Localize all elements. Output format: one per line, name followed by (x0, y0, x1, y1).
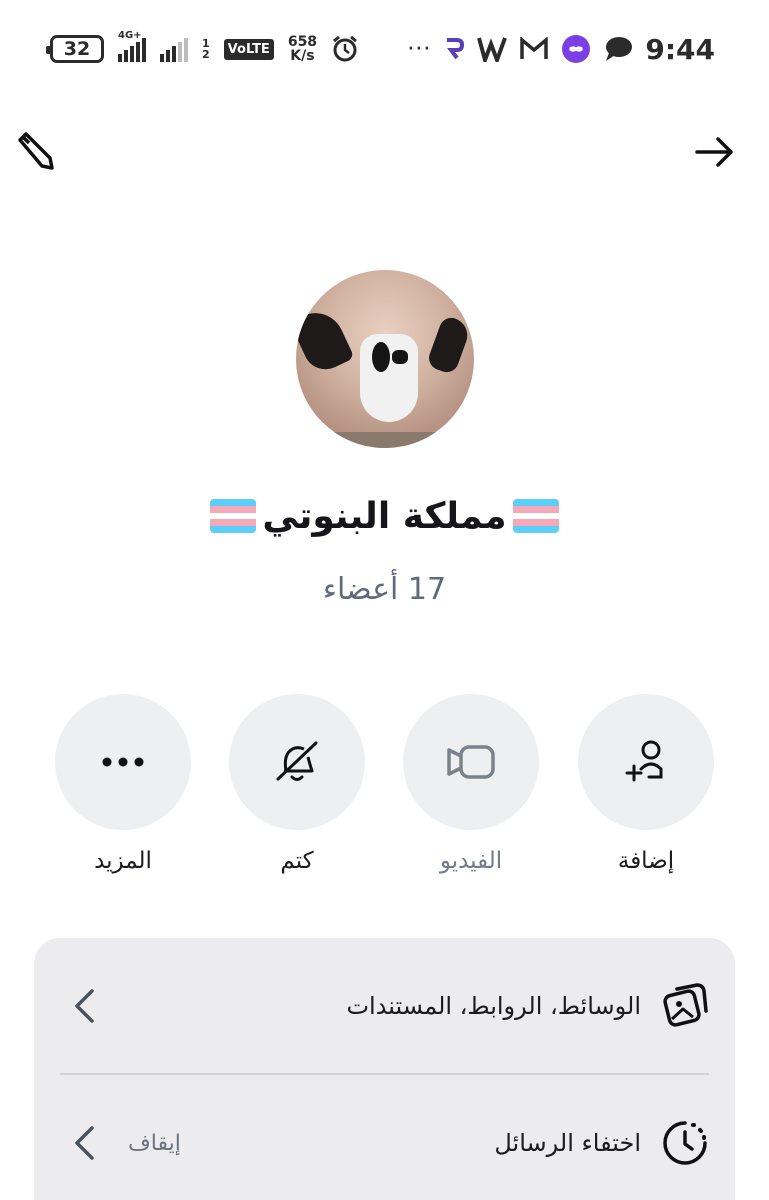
link-app-icon (562, 35, 591, 63)
speed-unit: K/s (290, 48, 315, 64)
timer-clock-icon (663, 1121, 707, 1165)
bell-muted-icon (276, 741, 318, 781)
avatar-detail (360, 334, 418, 422)
transgender-flag-icon (210, 499, 257, 533)
more-label: المزيد (94, 848, 152, 874)
video-call-button[interactable]: الفيديو (403, 694, 539, 874)
clock: 9:44 (645, 32, 715, 66)
speed-value: 658 (287, 34, 318, 50)
more-circle[interactable] (55, 694, 191, 830)
status-bar-left: 32 4G+ 1 2 VoLTE 658 K/s (46, 30, 359, 66)
more-button[interactable]: المزيد (55, 694, 191, 874)
more-dots-icon (102, 757, 144, 767)
sim-slots: 1 2 (202, 38, 210, 60)
signal-4g-icon: 4G+ (118, 30, 146, 62)
avatar-detail (392, 350, 408, 364)
mute-button[interactable]: كتم (229, 694, 365, 874)
edit-button[interactable] (6, 124, 62, 180)
add-member-label: إضافة (617, 848, 675, 874)
avatar-detail (296, 432, 474, 448)
avatar-detail (372, 342, 390, 372)
group-name: مملكة البنوتي (262, 495, 507, 537)
alarm-icon (333, 35, 357, 62)
avatar-detail (296, 303, 355, 377)
add-member-button[interactable]: إضافة (578, 694, 714, 874)
chevron-left-icon (75, 1126, 94, 1160)
member-count: 17 أعضاء (322, 572, 447, 607)
video-call-label: الفيديو (439, 848, 503, 874)
battery-level: 32 (63, 38, 91, 60)
media-links-docs-row[interactable]: الوسائط، الروابط، المستندات (34, 938, 735, 1074)
group-settings-card: الوسائط، الروابط، المستندات إيقاف اختفاء… (34, 938, 735, 1200)
media-links-docs-label: الوسائط، الروابط، المستندات (346, 992, 641, 1020)
mute-circle[interactable] (229, 694, 365, 830)
ps-app-icon (447, 38, 465, 60)
gmail-icon (520, 37, 549, 59)
network-type: 4G+ (118, 30, 142, 41)
video-call-circle[interactable] (403, 694, 539, 830)
battery-indicator: 32 (46, 35, 104, 63)
volte-badge: VoLTE (223, 38, 274, 60)
disappearing-messages-label: اختفاء الرسائل (494, 1129, 641, 1157)
pencil-icon (18, 132, 54, 170)
signal-sim2-icon (160, 36, 188, 62)
mute-label: كتم (280, 848, 314, 874)
add-member-circle[interactable] (578, 694, 714, 830)
chat-bubbles-icon (606, 37, 633, 61)
back-button[interactable] (687, 124, 743, 180)
status-bar: 32 4G+ 1 2 VoLTE 658 K/s ··· 9:44 (0, 0, 769, 100)
group-title-row: مملكة البنوتي (0, 488, 769, 544)
action-buttons: إضافة الفيديو كتم المزيد (0, 694, 769, 884)
disappearing-messages-value: إيقاف (128, 1130, 181, 1156)
group-avatar[interactable] (296, 270, 474, 448)
add-person-icon (625, 740, 663, 782)
video-camera-icon (447, 745, 495, 779)
status-bar-right: ··· 9:44 (407, 30, 715, 68)
network-speed: 658 K/s (288, 35, 317, 63)
media-gallery-icon (663, 983, 708, 1027)
w-app-icon (477, 37, 508, 62)
overflow-indicator: ··· (407, 36, 432, 62)
sim-slot-2: 2 (202, 48, 210, 61)
avatar-detail (425, 314, 473, 376)
chevron-left-icon (75, 989, 94, 1023)
transgender-flag-icon (512, 499, 559, 533)
arrow-right-icon (695, 137, 733, 167)
disappearing-messages-row[interactable]: إيقاف اختفاء الرسائل (34, 1075, 735, 1200)
